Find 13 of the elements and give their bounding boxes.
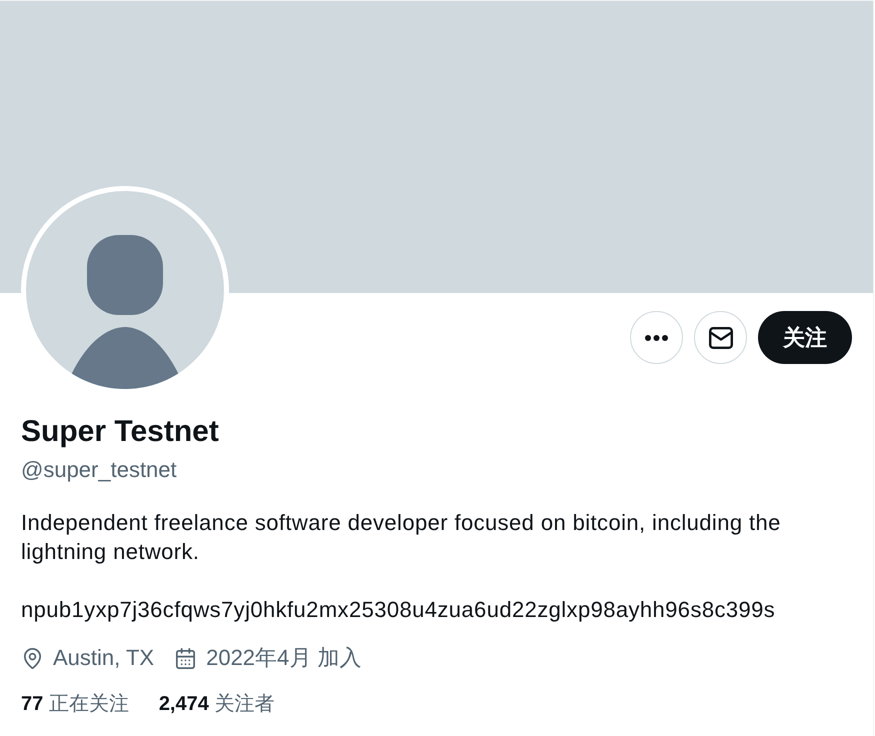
bio-text: npub1yxp7j36cfqws7yj0hkfu2mx25308u4zua6ud22zglxp98ayhh96s8c399s [21,596,776,624]
more-icon [645,334,668,340]
location-pin-icon [21,646,44,670]
following-link[interactable]: 77 正在关注 [21,691,129,717]
location-text: Austin, TX [53,645,154,671]
join-date-text: 2022年4月 加入 [206,645,362,671]
calendar-icon [174,646,198,670]
envelope-icon [708,326,732,348]
bio-text: Independent freelance software developer focused on bitcoin, including the lightning network. [21,509,782,566]
followers-link[interactable]: 2,474 关注者 [158,691,274,717]
display-name: Super Testnet [21,414,219,450]
follow-button[interactable]: 关注 [758,311,852,364]
username: @super_testnet [21,457,177,483]
